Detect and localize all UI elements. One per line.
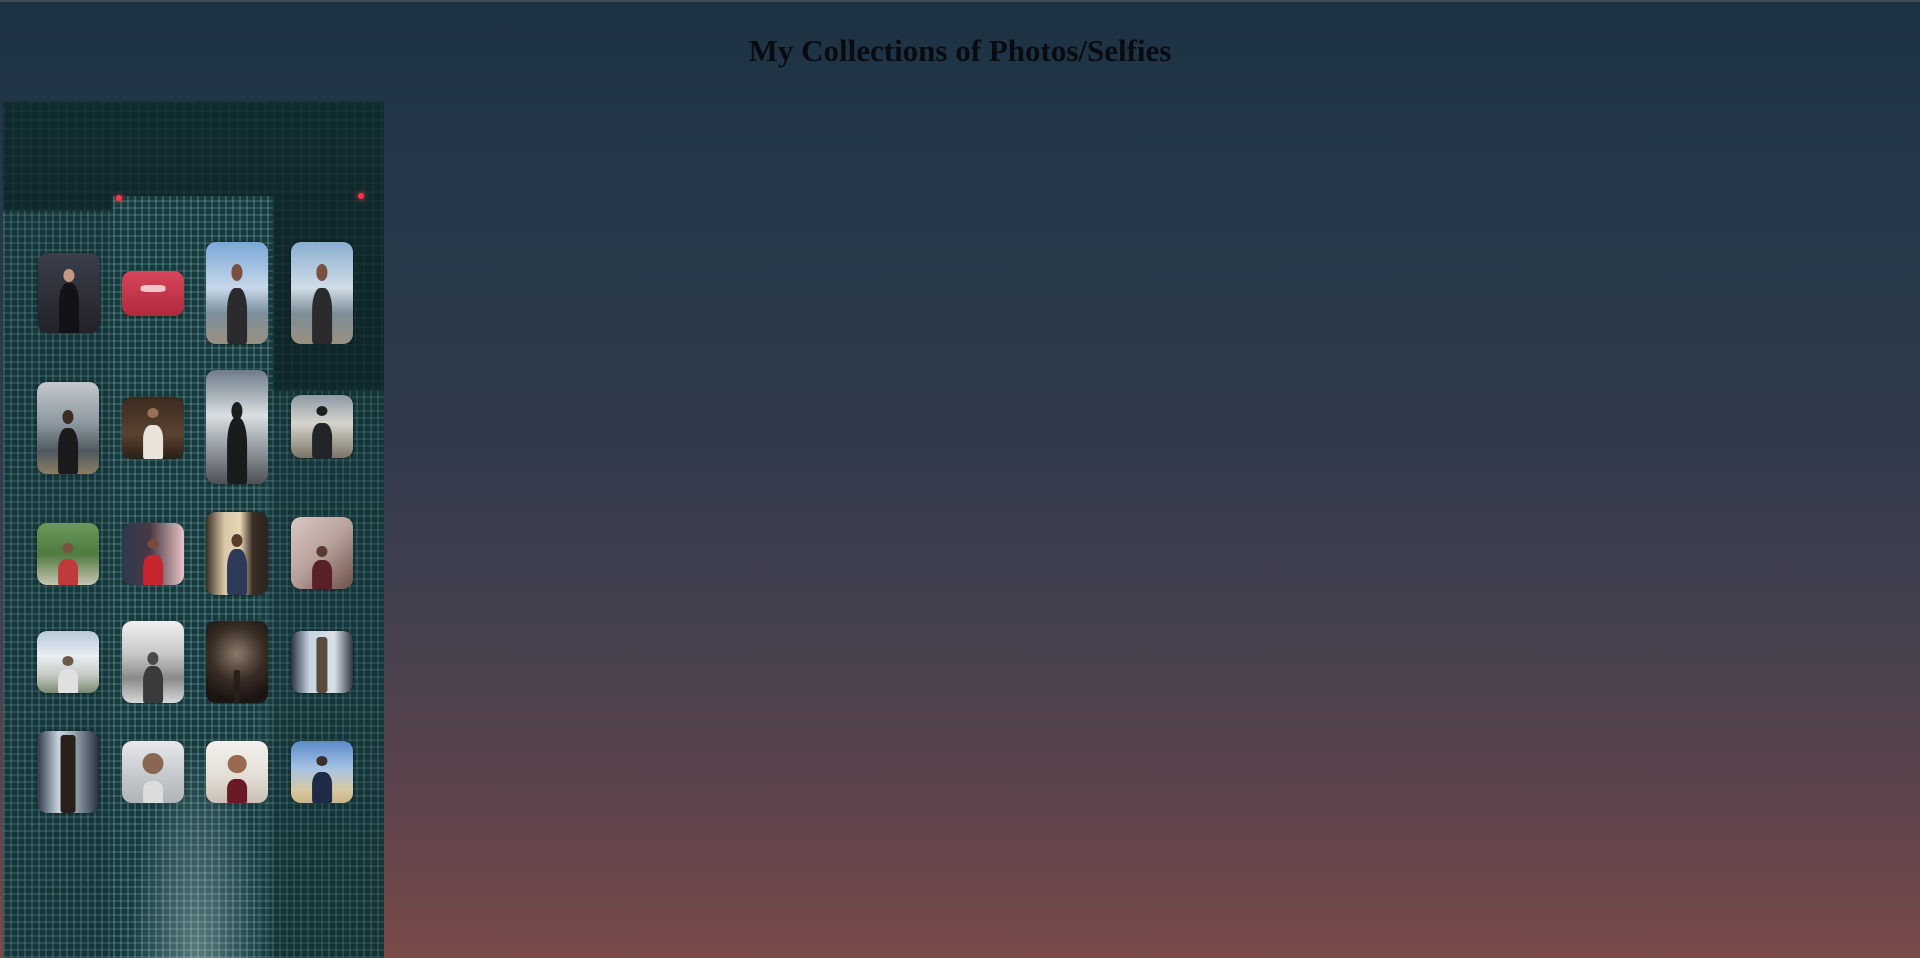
- gallery-photo-8[interactable]: [291, 395, 353, 458]
- red-beacon-light: [116, 195, 122, 201]
- gallery-photo-19[interactable]: [206, 741, 268, 803]
- gallery-photo-18[interactable]: [122, 741, 184, 803]
- red-beacon-light: [358, 193, 364, 199]
- gallery-photo-12[interactable]: [291, 517, 353, 589]
- top-border: [0, 0, 1920, 2]
- gallery-photo-11[interactable]: [206, 512, 268, 595]
- gallery-photo-1[interactable]: [38, 253, 100, 333]
- gallery-photo-15[interactable]: [206, 621, 268, 703]
- page-title: My Collections of Photos/Selfies: [748, 33, 1172, 68]
- gallery-photo-14[interactable]: [122, 621, 184, 703]
- gallery-photo-10[interactable]: [122, 523, 184, 585]
- gallery-photo-17[interactable]: [37, 731, 99, 813]
- gallery-photo-6[interactable]: [122, 397, 184, 459]
- gallery-photo-5[interactable]: [37, 382, 99, 474]
- gallery-photo-4[interactable]: [291, 242, 353, 344]
- photo-gallery-panel: [3, 101, 384, 958]
- gallery-photo-9[interactable]: [37, 523, 99, 585]
- gallery-photo-3[interactable]: [206, 242, 268, 344]
- gallery-photo-16[interactable]: [291, 631, 353, 693]
- gallery-photo-13[interactable]: [37, 631, 99, 693]
- gallery-photo-20[interactable]: [291, 741, 353, 803]
- gallery-photo-7[interactable]: [206, 370, 268, 484]
- gallery-photo-2[interactable]: [122, 271, 184, 316]
